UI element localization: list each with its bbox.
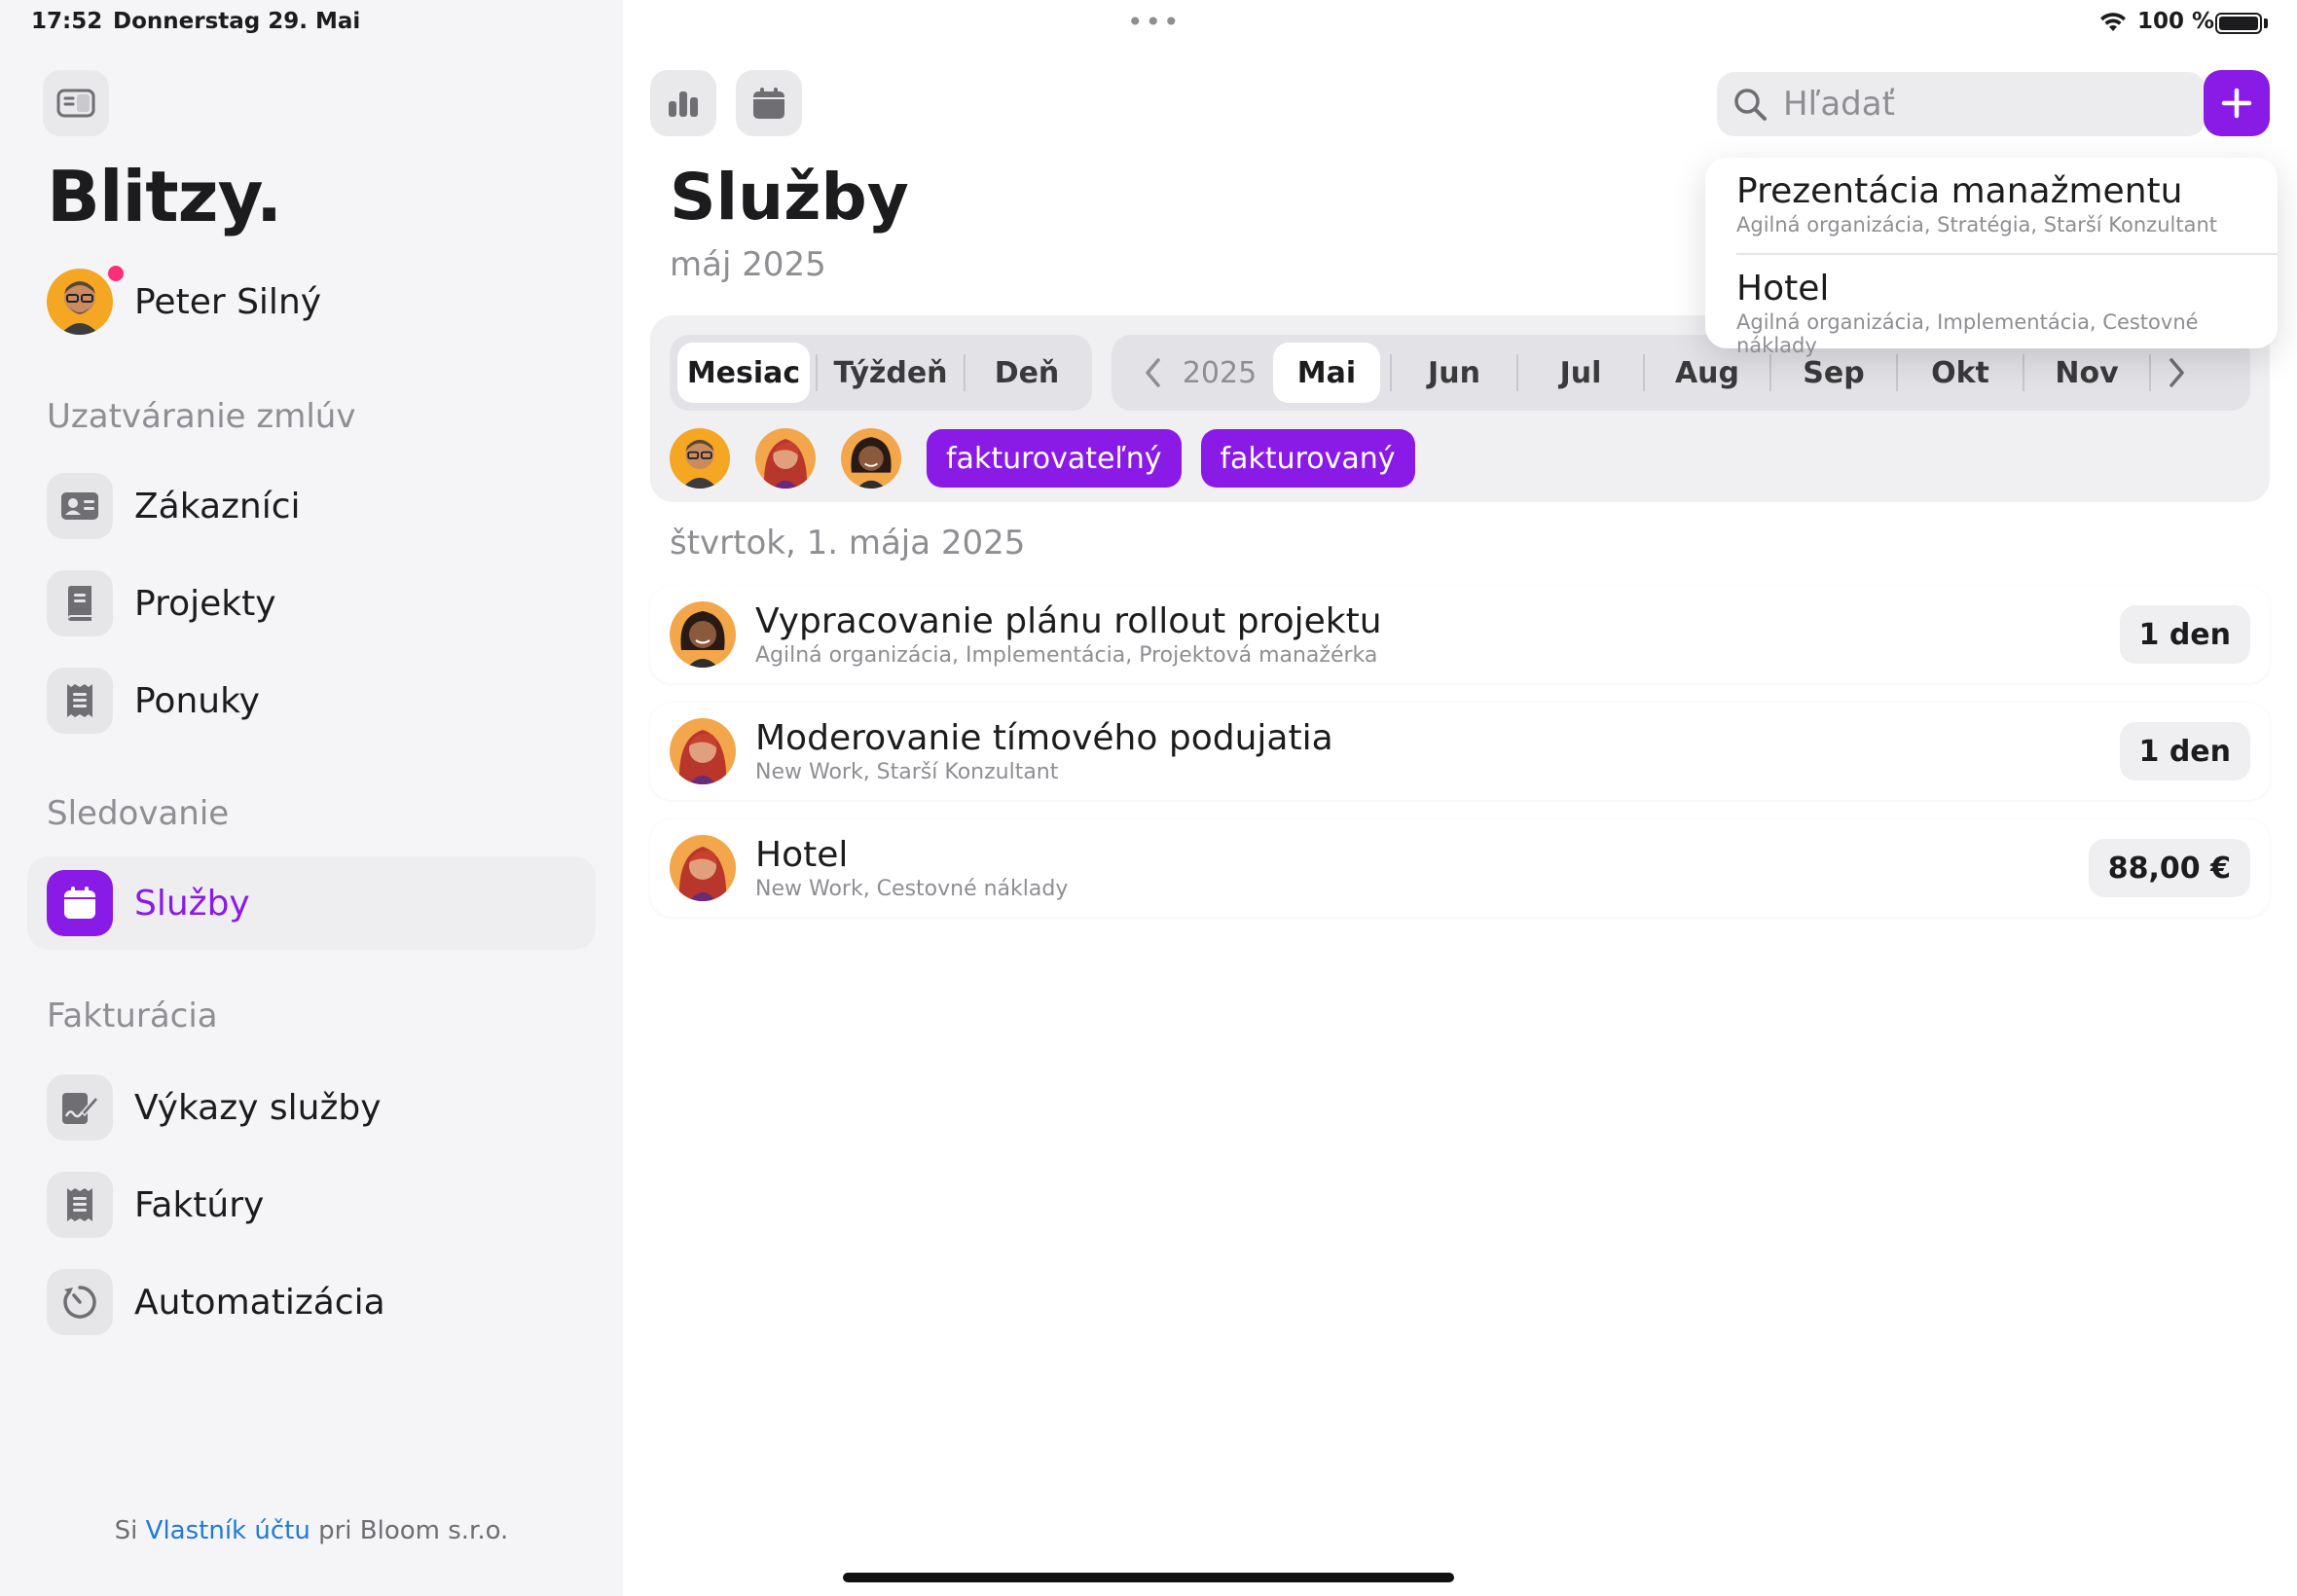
- user-profile[interactable]: Peter Silný: [47, 269, 321, 335]
- list-item[interactable]: Hotel New Work, Cestovné náklady 88,00 €: [650, 819, 2270, 917]
- calendar-view-button[interactable]: [736, 70, 802, 136]
- multitasking-dots-icon[interactable]: •••: [1127, 6, 1182, 38]
- battery-icon: [2215, 13, 2262, 34]
- add-button[interactable]: [2204, 70, 2270, 136]
- sidebar-item-projects[interactable]: Projekty: [27, 557, 596, 650]
- sidebar-item-invoices[interactable]: Faktúry: [27, 1158, 596, 1251]
- date-header: štvrtok, 1. mája 2025: [670, 524, 1026, 562]
- statistics-button[interactable]: [650, 70, 716, 136]
- receipt-icon: [47, 1172, 113, 1238]
- entry-subtitle: New Work, Cestovné náklady: [755, 877, 1069, 901]
- page-subtitle: máj 2025: [670, 245, 826, 284]
- section-title-contracts: Uzatváranie zmlúv: [47, 397, 356, 436]
- signed-doc-icon: [47, 1074, 113, 1141]
- entry-subtitle: New Work, Starší Konzultant: [755, 760, 1059, 784]
- user-name: Peter Silný: [134, 281, 322, 322]
- segment-week[interactable]: Týždeň: [818, 343, 964, 403]
- sidebar-item-offers[interactable]: Ponuky: [27, 654, 596, 747]
- avatar: [47, 269, 113, 335]
- bar-chart-icon: [669, 91, 698, 117]
- previous-year-button[interactable]: [1129, 343, 1178, 403]
- list-item[interactable]: Moderovanie tímového podujatia New Work,…: [650, 703, 2270, 800]
- battery-cap: [2264, 18, 2268, 28]
- menu-divider: [1736, 253, 2278, 255]
- status-time: 17:52: [31, 9, 103, 34]
- sidebar-item-label: Zákazníci: [134, 486, 301, 526]
- avatar: [670, 718, 736, 784]
- footer-prefix: Si: [114, 1516, 146, 1545]
- sidebar-item-services[interactable]: Služby: [27, 856, 596, 950]
- search-placeholder: Hľadať: [1783, 85, 1895, 124]
- battery-percent: 100 %: [2137, 9, 2215, 34]
- avatar: [670, 835, 736, 901]
- suggestion-title: Prezentácia manažmentu: [1736, 171, 2183, 211]
- suggestion-title: Hotel: [1736, 269, 1830, 308]
- sidebar-item-label: Služby: [134, 883, 250, 924]
- chevron-right-icon: [2169, 358, 2184, 387]
- sidebar-item-label: Faktúry: [134, 1184, 265, 1225]
- list-item[interactable]: Vypracovanie plánu rollout projektu Agil…: [650, 586, 2270, 683]
- entry-value: 1 den: [2119, 605, 2250, 664]
- year-label: 2025: [1182, 355, 1258, 390]
- sidebar-toggle-icon: [56, 89, 95, 118]
- sidebar-item-label: Automatizácia: [134, 1282, 385, 1323]
- sidebar-item-automation[interactable]: Automatizácia: [27, 1255, 596, 1349]
- search-icon: [1734, 89, 1767, 121]
- home-indicator[interactable]: [843, 1573, 1454, 1582]
- segment-month[interactable]: Mesiac: [677, 343, 810, 403]
- suggestion-item[interactable]: Prezentácia manažmentu Agilná organizáci…: [1736, 171, 2217, 236]
- tag-billed[interactable]: fakturovaný: [1200, 429, 1415, 488]
- search-field[interactable]: Hľadať: [1717, 72, 2206, 136]
- sidebar: Blitzy. Peter Silný Uzatváranie zmlúv Zá…: [0, 0, 623, 1596]
- entry-title: Vypracovanie plánu rollout projektu: [755, 601, 1382, 641]
- document-icon: [47, 668, 113, 734]
- month-jun[interactable]: Jun: [1392, 343, 1516, 403]
- entry-title: Hotel: [755, 835, 849, 875]
- section-title-tracking: Sledovanie: [47, 794, 230, 833]
- month-jul[interactable]: Jul: [1518, 343, 1643, 403]
- account-owner-link[interactable]: Vlastník účtu: [146, 1516, 310, 1545]
- app-logo: Blitzy.: [47, 156, 282, 237]
- segment-day[interactable]: Deň: [966, 343, 1088, 403]
- entry-value: 88,00 €: [2088, 839, 2250, 897]
- calendar-icon: [47, 870, 113, 936]
- status-date: Donnerstag 29. Mai: [113, 9, 361, 34]
- tag-billable[interactable]: fakturovateľný: [927, 429, 1182, 488]
- sidebar-item-label: Projekty: [134, 583, 276, 624]
- period-segmented-control: Mesiac Týždeň Deň: [670, 335, 1092, 411]
- person-filter-avatar[interactable]: [841, 428, 901, 489]
- wifi-icon: [2098, 10, 2128, 39]
- filter-chips: fakturovateľný fakturovaný: [670, 428, 1435, 489]
- suggestion-subtitle: Agilná organizácia, Implementácia, Cesto…: [1736, 310, 2199, 357]
- book-icon: [47, 570, 113, 636]
- automation-icon: [47, 1269, 113, 1335]
- person-filter-avatar[interactable]: [670, 428, 730, 489]
- entry-subtitle: Agilná organizácia, Implementácia, Proje…: [755, 643, 1378, 668]
- entry-value: 1 den: [2119, 722, 2250, 780]
- section-title-billing: Fakturácia: [47, 997, 218, 1035]
- notification-dot: [105, 263, 127, 284]
- person-filter-avatar[interactable]: [755, 428, 816, 489]
- footer-suffix: pri Bloom s.r.o.: [310, 1516, 509, 1545]
- entry-title: Moderovanie tímového podujatia: [755, 718, 1333, 758]
- page-title: Služby: [670, 160, 909, 235]
- sidebar-item-service-reports[interactable]: Výkazy služby: [27, 1061, 596, 1154]
- sidebar-item-label: Ponuky: [134, 680, 260, 721]
- account-footer: Si Vlastník účtu pri Bloom s.r.o.: [0, 1516, 623, 1545]
- calendar-icon: [753, 88, 784, 119]
- plus-icon: [2221, 88, 2252, 119]
- search-suggestions-menu: Prezentácia manažmentu Agilná organizáci…: [1705, 158, 2278, 357]
- suggestion-item[interactable]: Hotel Agilná organizácia, Implementácia,…: [1736, 269, 2278, 357]
- sidebar-item-customers[interactable]: Zákazníci: [27, 459, 596, 553]
- contact-card-icon: [47, 473, 113, 539]
- avatar: [670, 601, 736, 668]
- suggestion-subtitle: Agilná organizácia, Stratégia, Starší Ko…: [1736, 213, 2217, 236]
- month-mai[interactable]: Mai: [1273, 343, 1380, 403]
- sidebar-toggle-button[interactable]: [43, 70, 109, 136]
- status-bar: 17:52 Donnerstag 29. Mai ••• 100 %: [0, 0, 2297, 47]
- chevron-left-icon: [1146, 358, 1160, 387]
- sidebar-item-label: Výkazy služby: [134, 1087, 382, 1128]
